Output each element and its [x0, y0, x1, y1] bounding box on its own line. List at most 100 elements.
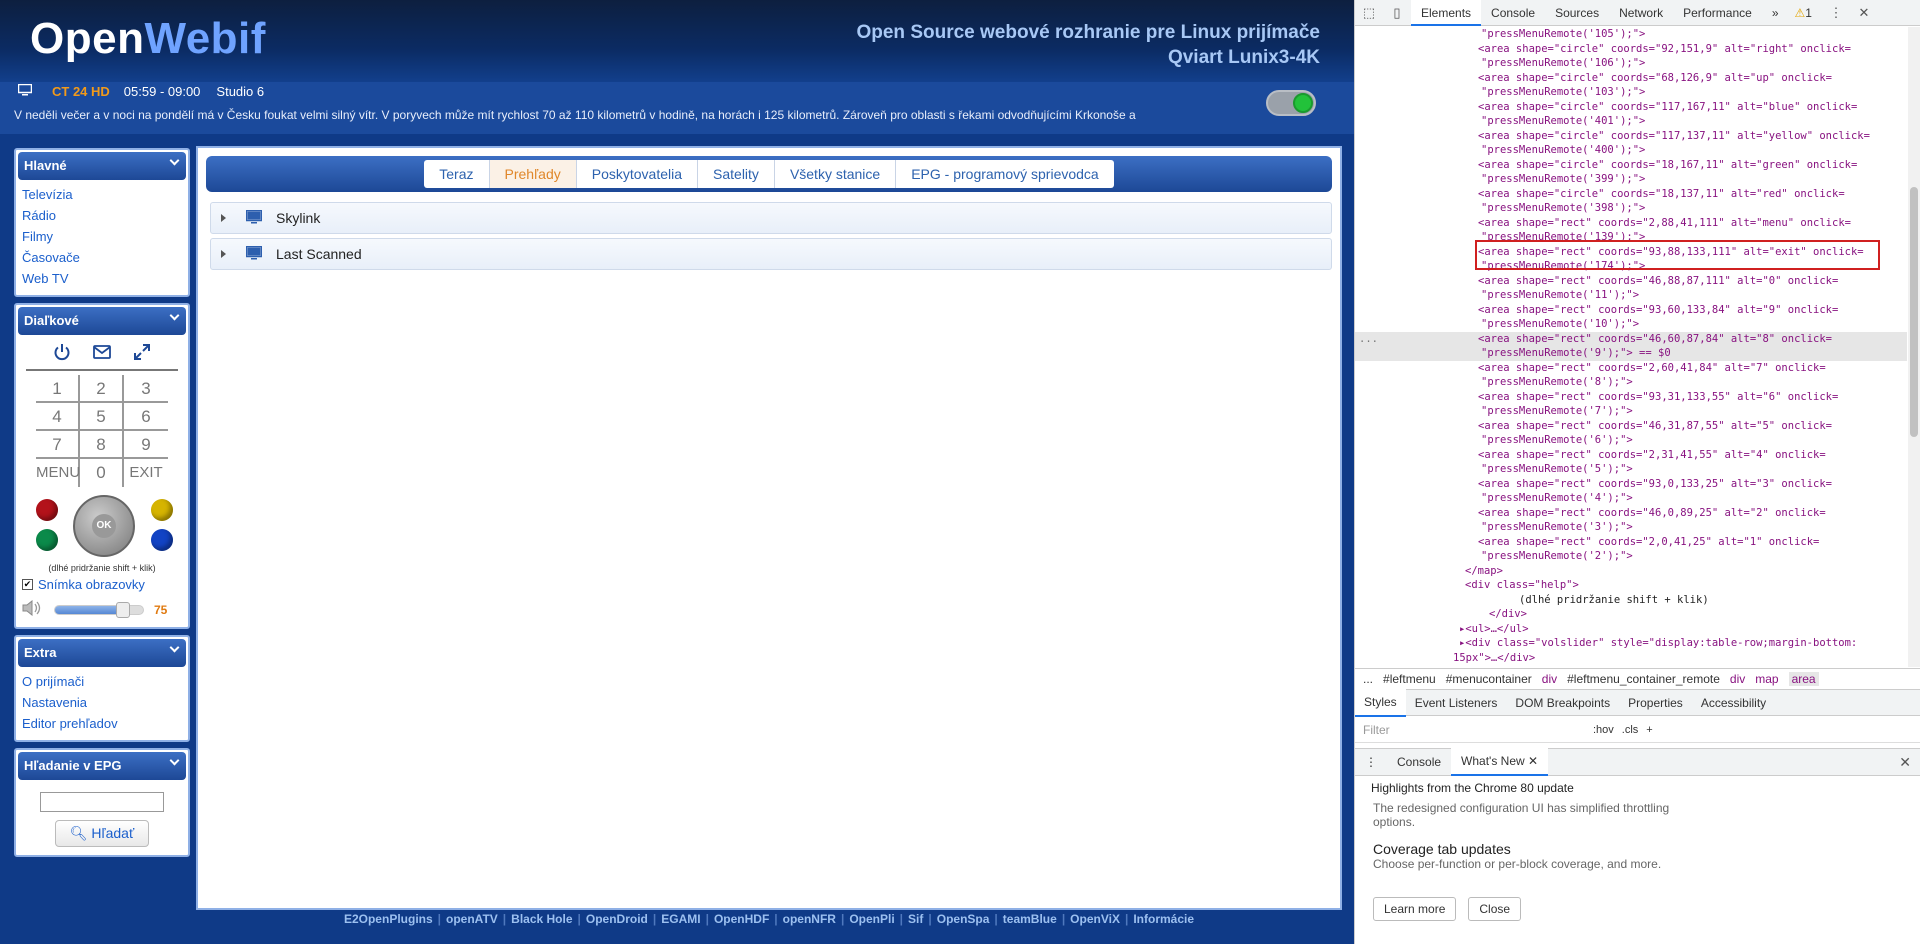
warning-count[interactable]: 1 [1805, 6, 1812, 20]
tab-epg-guide[interactable]: EPG - programový sprievodca [896, 160, 1114, 188]
bouquet-row[interactable]: Last Scanned [210, 238, 1332, 270]
dom-line[interactable]: ... <area shape="rect" coords="46,60,87,8… [1355, 331, 1907, 347]
dom-line[interactable]: ▸<ul>…</ul> [1355, 622, 1907, 637]
key-4[interactable]: 4 [36, 403, 80, 431]
dom-line[interactable]: <area shape="rect" coords="46,0,89,25" a… [1355, 506, 1907, 521]
dom-line[interactable]: "pressMenuRemote('105');"> [1355, 27, 1907, 42]
dom-line[interactable]: <area shape="rect" coords="93,0,133,25" … [1355, 477, 1907, 492]
dom-line[interactable]: <area shape="circle" coords="18,167,11" … [1355, 158, 1907, 173]
key-8[interactable]: 8 [80, 431, 124, 459]
theme-toggle[interactable] [1266, 90, 1316, 116]
tab-elements[interactable]: Elements [1411, 0, 1482, 26]
kebab-menu-icon[interactable]: ⋮ [1822, 5, 1850, 21]
footer-link[interactable]: openNFR [783, 912, 836, 926]
dpad[interactable]: OK [73, 495, 135, 557]
dom-line[interactable]: </map> [1355, 564, 1907, 579]
footer-link[interactable]: OpenHDF [714, 912, 769, 926]
footer-link[interactable]: teamBlue [1003, 912, 1057, 926]
tab-dom-breakpoints[interactable]: DOM Breakpoints [1506, 690, 1619, 716]
dom-line[interactable]: <area shape="rect" coords="93,31,133,55"… [1355, 390, 1907, 405]
close-drawer-icon[interactable]: ✕ [1899, 754, 1911, 771]
dom-line[interactable]: "pressMenuRemote('400');"> [1355, 143, 1907, 158]
menu-item-television[interactable]: Televízia [22, 184, 182, 205]
dom-line-ellipsis-icon[interactable]: ... [1359, 332, 1378, 347]
volume-slider[interactable] [54, 601, 144, 618]
checkbox-checked-icon[interactable]: ✔ [22, 579, 33, 590]
menu-item-bouquet-editor[interactable]: Editor prehľadov [22, 713, 182, 734]
menu-item-about[interactable]: O prijímači [22, 671, 182, 692]
dom-line[interactable]: <area shape="rect" coords="2,31,41,55" a… [1355, 448, 1907, 463]
tab-all-channels[interactable]: Všetky stanice [775, 160, 897, 188]
tab-performance[interactable]: Performance [1673, 0, 1762, 26]
tab-styles[interactable]: Styles [1355, 688, 1406, 717]
dom-line[interactable]: <area shape="circle" coords="92,151,9" a… [1355, 42, 1907, 57]
styles-filter-input[interactable]: Filter [1355, 723, 1585, 737]
tab-satellites[interactable]: Satelity [698, 160, 775, 188]
dom-line[interactable]: 15px">…</div> [1355, 651, 1907, 666]
tab-sources[interactable]: Sources [1545, 0, 1609, 26]
close-devtools-icon[interactable]: ✕ [1850, 5, 1878, 21]
dom-line[interactable]: "pressMenuRemote('3');"> [1355, 520, 1907, 535]
key-9[interactable]: 9 [124, 431, 168, 459]
footer-link[interactable]: openATV [446, 912, 498, 926]
dom-line[interactable]: <area shape="rect" coords="2,88,41,111" … [1355, 216, 1907, 231]
message-icon[interactable] [93, 343, 111, 365]
tab-accessibility[interactable]: Accessibility [1692, 690, 1775, 716]
dom-line[interactable]: "pressMenuRemote('106');"> [1355, 56, 1907, 71]
dom-line[interactable]: <area shape="circle" coords="18,137,11" … [1355, 187, 1907, 202]
dom-line[interactable]: "pressMenuRemote('8');"> [1355, 375, 1907, 390]
scrollbar-thumb[interactable] [1910, 187, 1918, 437]
yellow-key[interactable] [151, 499, 173, 521]
footer-link[interactable]: Informácie [1133, 912, 1194, 926]
breadcrumb-item[interactable]: ... [1363, 672, 1373, 686]
drawer-tab-console[interactable]: Console [1387, 749, 1451, 775]
breadcrumb-item[interactable]: #menucontainer [1446, 672, 1532, 686]
inspect-element-icon[interactable]: ⬚ [1355, 5, 1383, 21]
footer-link[interactable]: OpenViX [1070, 912, 1120, 926]
dom-line[interactable]: ▸<div class="volslider" style="display:t… [1355, 636, 1907, 651]
speaker-icon[interactable] [22, 599, 44, 619]
menu-item-radio[interactable]: Rádio [22, 205, 182, 226]
footer-link[interactable]: Sif [908, 912, 923, 926]
footer-link[interactable]: E2OpenPlugins [344, 912, 433, 926]
dom-line[interactable]: <area shape="circle" coords="68,126,9" a… [1355, 71, 1907, 86]
key-5[interactable]: 5 [80, 403, 124, 431]
cls-button[interactable]: .cls [1622, 724, 1639, 736]
breadcrumb-item[interactable]: map [1755, 672, 1778, 686]
green-key[interactable] [36, 529, 58, 551]
dom-line[interactable]: "pressMenuRemote('9');"> == $0 [1355, 346, 1907, 361]
drawer-tab-whats-new[interactable]: What's New ✕ [1451, 748, 1549, 776]
dom-line[interactable]: <area shape="rect" coords="2,0,41,25" al… [1355, 535, 1907, 550]
close-button[interactable]: Close [1468, 897, 1522, 921]
hov-button[interactable]: :hov [1593, 724, 1614, 736]
dom-line[interactable]: "pressMenuRemote('401');"> [1355, 114, 1907, 129]
tab-network[interactable]: Network [1609, 0, 1673, 26]
footer-link[interactable]: OpenDroid [586, 912, 648, 926]
key-1[interactable]: 1 [36, 375, 80, 403]
menu-item-webtv[interactable]: Web TV [22, 268, 182, 289]
ok-button[interactable]: OK [92, 514, 116, 538]
key-6[interactable]: 6 [124, 403, 168, 431]
key-3[interactable]: 3 [124, 375, 168, 403]
epg-search-input[interactable] [40, 792, 164, 812]
key-menu[interactable]: MENU [36, 459, 80, 487]
dom-text-node[interactable]: (dlhé pridržanie shift + klik) [1355, 593, 1907, 608]
device-toolbar-icon[interactable]: ▯ [1383, 5, 1411, 21]
dom-line[interactable]: "pressMenuRemote('2');"> [1355, 549, 1907, 564]
dom-line[interactable]: <area shape="circle" coords="117,167,11"… [1355, 100, 1907, 115]
key-2[interactable]: 2 [80, 375, 124, 403]
dom-line[interactable]: <area shape="rect" coords="93,60,133,84"… [1355, 303, 1907, 318]
tab-providers[interactable]: Poskytovatelia [577, 160, 699, 188]
dom-line[interactable]: "pressMenuRemote('4');"> [1355, 491, 1907, 506]
fullscreen-icon[interactable] [133, 343, 151, 365]
breadcrumb-item[interactable]: div [1542, 672, 1557, 686]
red-key[interactable] [36, 499, 58, 521]
footer-link[interactable]: EGAMI [661, 912, 700, 926]
power-icon[interactable] [53, 343, 71, 365]
tab-bouquets[interactable]: Prehľady [489, 160, 577, 188]
dom-line[interactable]: "pressMenuRemote('10');"> [1355, 317, 1907, 332]
tab-console[interactable]: Console [1481, 0, 1545, 26]
drawer-menu-icon[interactable]: ⋮ [1355, 749, 1387, 775]
footer-link[interactable]: OpenSpa [937, 912, 990, 926]
menu-item-settings[interactable]: Nastavenia [22, 692, 182, 713]
